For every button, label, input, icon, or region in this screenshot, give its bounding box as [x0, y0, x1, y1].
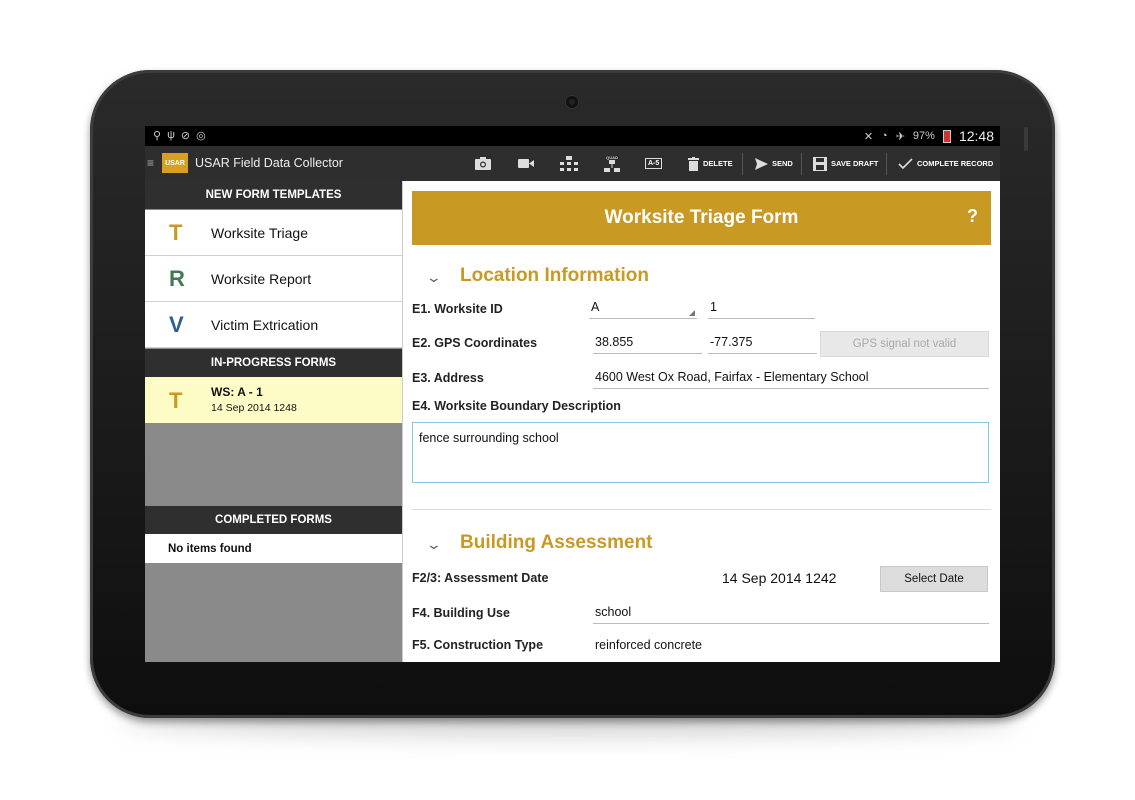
marker-button[interactable]: A-5 — [645, 146, 663, 181]
empty-text: No items found — [168, 543, 252, 555]
gps-signal-button[interactable]: GPS signal not valid — [820, 331, 989, 357]
template-victim-extrication[interactable]: V Victim Extrication — [145, 302, 402, 348]
template-label: Victim Extrication — [211, 317, 319, 333]
delete-label: DELETE — [703, 159, 733, 168]
gps-longitude-field[interactable]: -77.375 — [708, 335, 817, 354]
quadrant-button[interactable]: QUAD — [604, 146, 620, 181]
hierarchy-button[interactable] — [560, 146, 578, 181]
e3-label: E3. Address — [412, 371, 484, 385]
toolbar-divider — [886, 153, 887, 175]
send-button[interactable]: SEND — [755, 146, 793, 181]
airplane-icon: ✈ — [895, 130, 905, 143]
complete-record-button[interactable]: COMPLETE RECORD — [898, 146, 993, 181]
front-camera — [566, 96, 578, 108]
building-use-field[interactable]: school — [593, 605, 989, 624]
form-banner: Worksite Triage Form ? — [412, 191, 991, 245]
in-progress-header: IN-PROGRESS FORMS — [145, 349, 402, 377]
save-draft-label: SAVE DRAFT — [831, 159, 879, 168]
app-logo: USAR — [162, 153, 188, 173]
location-section-title[interactable]: Location Information — [460, 265, 649, 287]
tablet-screen: ⚲ ψ ⊘ ◎ ✕ ◔ ✈ 97% 12:48 ≡ USAR USAR Fiel… — [145, 126, 1000, 662]
send-label: SEND — [772, 159, 793, 168]
f4-label: F4. Building Use — [412, 606, 510, 620]
in-progress-item[interactable]: T WS: A - 1 14 Sep 2014 1248 — [145, 377, 402, 423]
usb-icon: ψ — [167, 129, 175, 141]
e4-label: E4. Worksite Boundary Description — [412, 399, 621, 413]
form-date: 14 Sep 2014 1248 — [211, 402, 297, 414]
e1-label: E1. Worksite ID — [412, 302, 503, 316]
f5-label: F5. Construction Type — [412, 638, 544, 652]
camera-button[interactable] — [475, 146, 491, 181]
worksite-id-select[interactable]: A — [589, 300, 697, 319]
signal-off-icon: ⊘ — [180, 130, 191, 142]
wifi-icon: ◔ — [881, 130, 888, 142]
hardware-button — [1024, 127, 1028, 151]
completed-header: COMPLETED FORMS — [145, 506, 402, 534]
form-title: Worksite Triage Form — [604, 207, 799, 228]
chevron-down-icon[interactable]: ⌄ — [426, 536, 442, 553]
form-panel: Worksite Triage Form ? ⌄ Location Inform… — [402, 181, 1000, 662]
video-button[interactable] — [518, 146, 534, 181]
battery-percent: 97% — [912, 130, 935, 142]
action-bar: ≡ USAR USAR Field Data Collector QUAD A-… — [145, 146, 1000, 181]
f23-label: F2/3: Assessment Date — [412, 571, 549, 585]
completed-empty-message: No items found — [145, 534, 402, 563]
save-icon — [813, 156, 827, 171]
toolbar-divider — [801, 153, 802, 175]
toolbar-divider — [742, 153, 743, 175]
location-icon: ⚲ — [153, 130, 162, 142]
template-label: Worksite Report — [211, 271, 312, 287]
help-button[interactable]: ? — [967, 206, 978, 227]
gps-latitude-field[interactable]: 38.855 — [593, 335, 702, 354]
send-icon — [755, 157, 768, 170]
video-icon — [518, 159, 534, 168]
checkmark-icon — [898, 157, 913, 169]
quadrant-icon — [604, 159, 620, 172]
template-letter: T — [169, 220, 183, 245]
compass-icon: ◎ — [196, 130, 206, 142]
template-letter: R — [169, 266, 185, 291]
hierarchy-icon — [560, 155, 578, 171]
marker-label: A-5 — [645, 158, 663, 169]
save-draft-button[interactable]: SAVE DRAFT — [813, 146, 878, 181]
form-letter: T — [169, 388, 183, 413]
template-letter: V — [169, 312, 184, 337]
status-bar: ⚲ ψ ⊘ ◎ ✕ ◔ ✈ 97% 12:48 — [145, 126, 1000, 146]
boundary-description-textarea[interactable]: fence surrounding school — [412, 422, 989, 483]
new-templates-header: NEW FORM TEMPLATES — [145, 181, 402, 209]
address-field[interactable]: 4600 West Ox Road, Fairfax - Elementary … — [593, 370, 989, 389]
select-date-button[interactable]: Select Date — [880, 566, 988, 592]
template-worksite-triage[interactable]: T Worksite Triage — [145, 210, 402, 256]
mute-icon: ✕ — [863, 130, 874, 143]
clock: 12:48 — [958, 128, 994, 144]
worksite-id-field[interactable]: 1 — [708, 300, 815, 319]
building-section-title[interactable]: Building Assessment — [460, 532, 653, 554]
complete-record-label: COMPLETE RECORD — [917, 159, 994, 168]
camera-icon — [475, 157, 491, 170]
chevron-down-icon[interactable]: ⌄ — [426, 269, 442, 286]
construction-type-value[interactable]: reinforced concrete — [595, 638, 702, 652]
template-label: Worksite Triage — [211, 225, 308, 241]
trash-icon — [688, 156, 699, 171]
e2-label: E2. GPS Coordinates — [412, 336, 538, 350]
delete-button[interactable]: DELETE — [688, 146, 733, 181]
app-title: USAR Field Data Collector — [195, 156, 343, 170]
form-title: WS: A - 1 — [211, 385, 263, 399]
drawer-menu-icon[interactable]: ≡ — [147, 156, 154, 170]
sidebar: NEW FORM TEMPLATES T Worksite Triage R W… — [145, 181, 402, 662]
section-divider — [412, 509, 991, 510]
template-worksite-report[interactable]: R Worksite Report — [145, 256, 402, 302]
battery-icon — [942, 129, 951, 143]
assessment-date-value: 14 Sep 2014 1242 — [722, 570, 837, 586]
